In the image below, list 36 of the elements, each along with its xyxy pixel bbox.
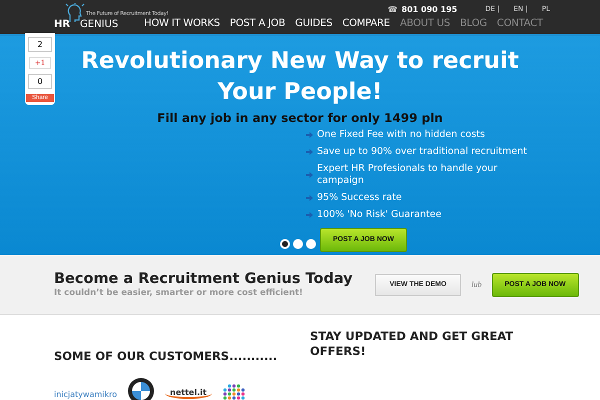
hero-subtitle: Fill any job in any sector for only 1499 pln	[156, 111, 444, 125]
benefit-text: 95% Success rate	[317, 192, 402, 204]
slide-dot[interactable]	[280, 238, 290, 248]
hero-title: Revolutionary New Way to recruit Your People!	[80, 47, 520, 107]
share-count: 0	[28, 74, 52, 89]
or-text: lub	[471, 280, 482, 289]
customer-logo: inicjatywamikro	[54, 390, 118, 399]
nav-link[interactable]: CONTACT	[496, 18, 543, 29]
dots-logo	[222, 383, 246, 400]
share-count: 2	[28, 37, 52, 52]
offers-heading: STAY UPDATED AND GET GREAT OFFERS!	[310, 329, 514, 360]
slide-dot[interactable]	[306, 238, 316, 248]
benefit-text: Save up to 90% over traditional recruitment	[317, 146, 528, 158]
nav-link[interactable]: COMPARE	[342, 18, 390, 29]
nav-link[interactable]: BLOG	[460, 18, 487, 29]
nav-link[interactable]: HOW IT WORKS	[144, 18, 220, 29]
logo-name: GENIUS	[80, 19, 118, 30]
slide-dot[interactable]	[293, 238, 303, 248]
arrow-icon	[306, 172, 313, 178]
benefit-text: One Fixed Fee with no hidden costs	[317, 129, 485, 141]
arrow-icon	[306, 132, 313, 138]
arrow-icon	[306, 149, 313, 155]
benefit-text: 100% 'No Risk' Guarantee	[317, 209, 442, 221]
nav-link[interactable]: ABOUT US	[400, 18, 450, 29]
customer-logo: nettel.it	[165, 388, 212, 399]
benefit-text: Expert HR Profesionals to handle your campaign	[317, 163, 498, 187]
logo-mark: HR	[54, 19, 70, 30]
nav-link[interactable]: POST A JOB	[230, 18, 286, 29]
nav-link[interactable]: GUIDES	[295, 18, 332, 29]
band-subtitle: It couldn’t be easier, smarter or more cost efficient!	[54, 288, 304, 298]
customers-heading: SOME OF OUR CUSTOMERS...........	[54, 349, 278, 363]
phone-number: 801 090 195	[402, 4, 458, 14]
arrow-icon	[306, 212, 313, 218]
phone-icon: ☎	[388, 4, 398, 14]
band-title: Become a Recruitment Genius Today	[54, 271, 353, 287]
arrow-icon	[306, 195, 313, 201]
